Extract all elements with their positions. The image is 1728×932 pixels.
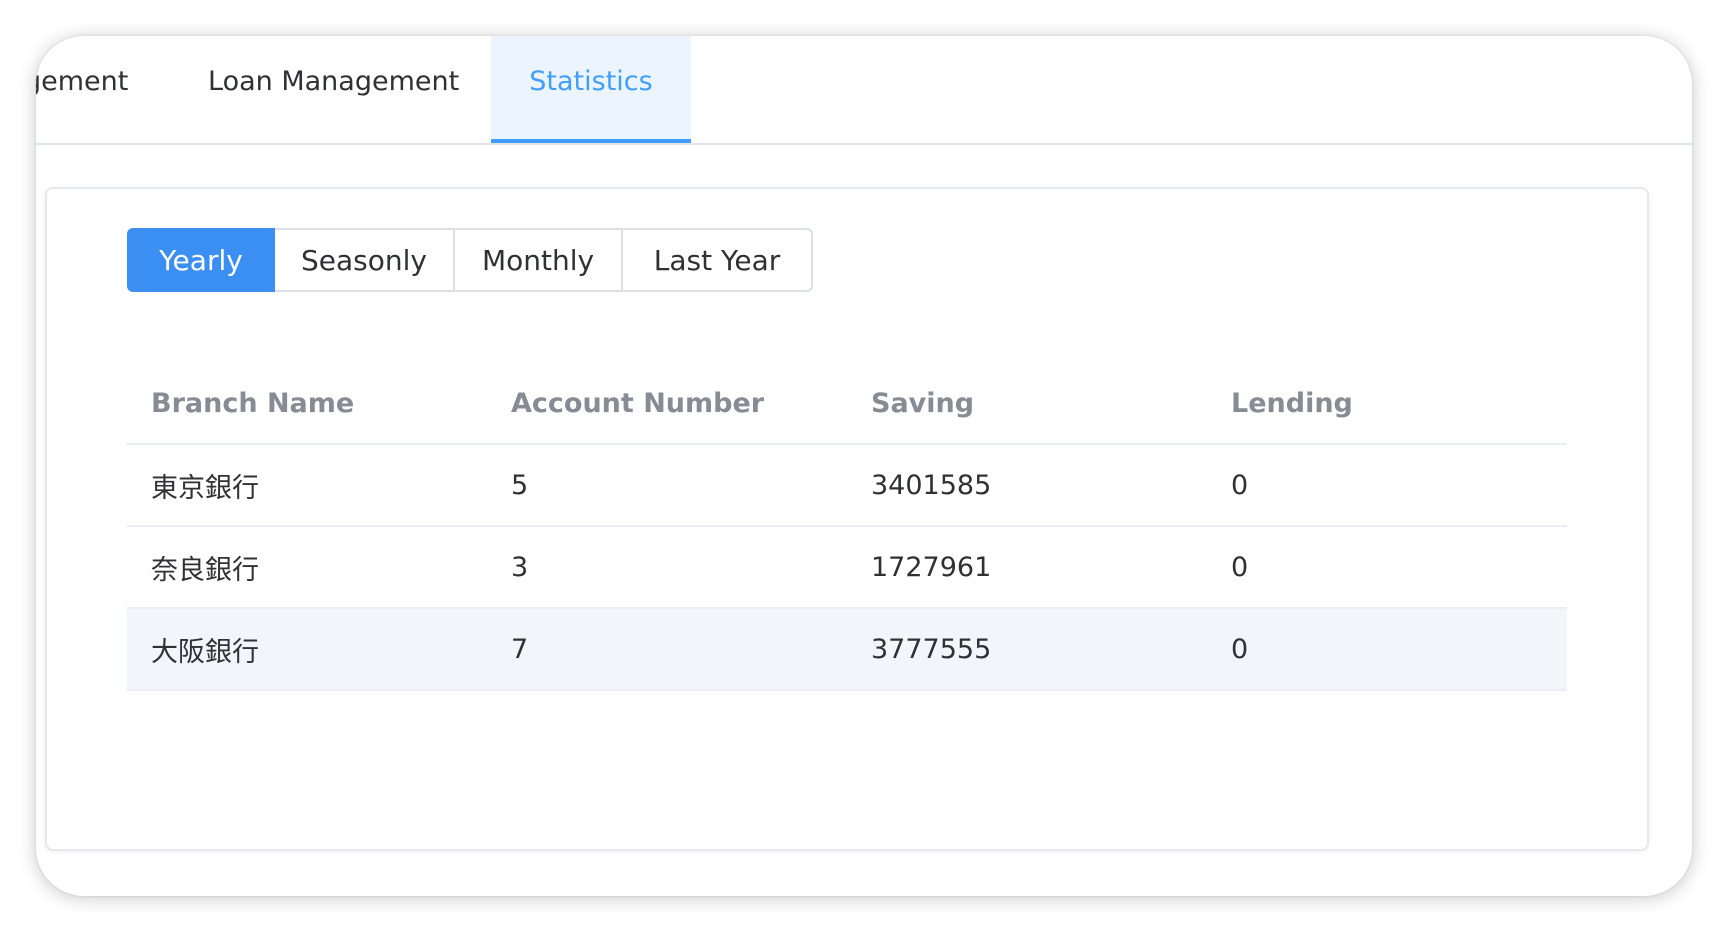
lending-cell: 0	[1231, 633, 1249, 665]
branch-stats-table: Branch Name Account Number Saving Lendin…	[127, 363, 1567, 691]
table-row[interactable]: 東京銀行 5 3401585 0	[127, 445, 1567, 527]
period-button-group: Yearly Seasonly Monthly Last Year	[127, 228, 813, 292]
saving-cell: 3401585	[871, 469, 992, 501]
table-row[interactable]: 奈良銀行 3 1727961 0	[127, 527, 1567, 609]
tab-statistics[interactable]: Statistics	[491, 36, 691, 143]
tab-bar: gement Loan Management Statistics	[36, 36, 1692, 145]
saving-cell: 3777555	[871, 633, 992, 665]
branch-name-cell: 大阪銀行	[151, 636, 259, 668]
column-header-lending[interactable]: Lending	[1207, 388, 1567, 419]
column-header-account-number[interactable]: Account Number	[487, 388, 847, 419]
monthly-button[interactable]: Monthly	[453, 228, 623, 292]
account-number-cell: 3	[511, 551, 529, 583]
last-year-button[interactable]: Last Year	[621, 228, 813, 292]
column-header-saving[interactable]: Saving	[847, 388, 1207, 419]
yearly-button[interactable]: Yearly	[127, 228, 275, 292]
tab-loan-management[interactable]: Loan Management	[208, 36, 459, 143]
branch-name-cell: 奈良銀行	[151, 554, 259, 586]
seasonly-button[interactable]: Seasonly	[273, 228, 455, 292]
table-header-row: Branch Name Account Number Saving Lendin…	[127, 363, 1567, 445]
lending-cell: 0	[1231, 551, 1249, 583]
branch-name-cell: 東京銀行	[151, 472, 259, 504]
app-window: gement Loan Management Statistics Yearly…	[36, 36, 1692, 896]
lending-cell: 0	[1231, 469, 1249, 501]
account-number-cell: 7	[511, 633, 529, 665]
statistics-card: Yearly Seasonly Monthly Last Year Branch…	[45, 187, 1649, 851]
table-row[interactable]: 大阪銀行 7 3777555 0	[127, 609, 1567, 691]
column-header-branch-name[interactable]: Branch Name	[127, 388, 487, 419]
tab-management[interactable]: gement	[36, 36, 128, 143]
saving-cell: 1727961	[871, 551, 992, 583]
account-number-cell: 5	[511, 469, 529, 501]
